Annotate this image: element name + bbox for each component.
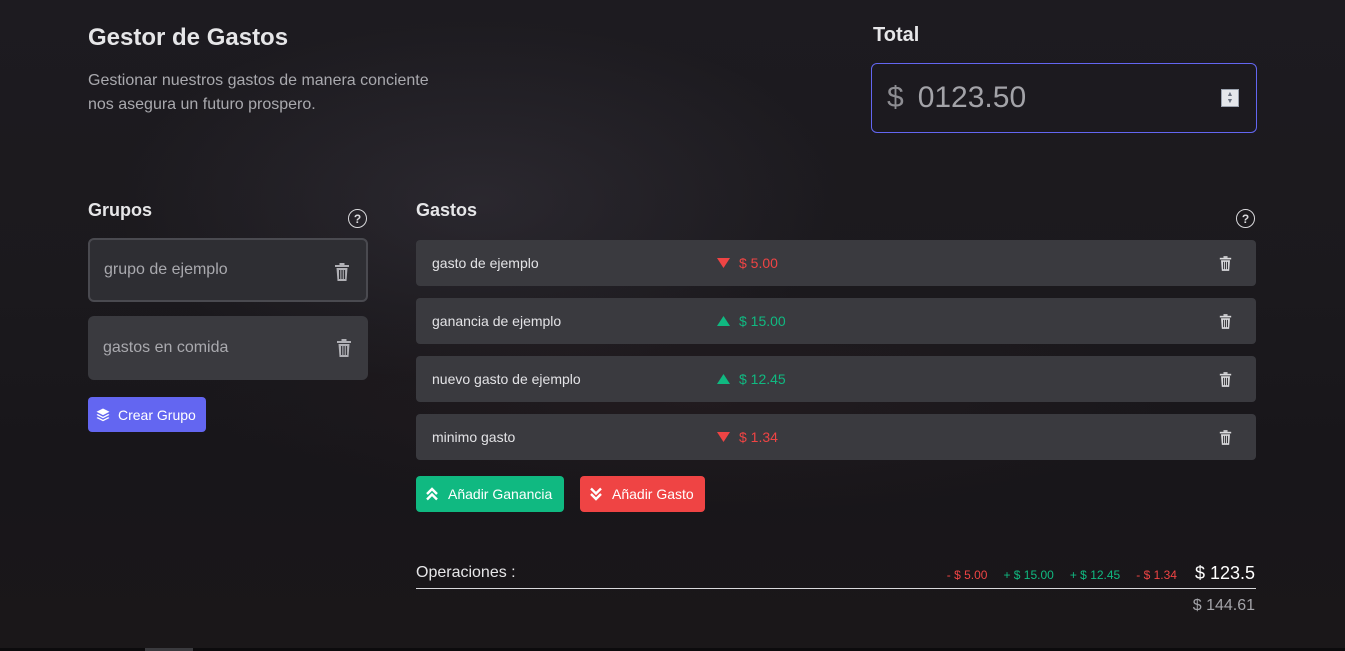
- caret-up-icon: [717, 374, 730, 384]
- groups-title: Grupos: [88, 200, 153, 220]
- expenses-title: Gastos: [416, 200, 478, 220]
- group-item[interactable]: grupo de ejemplo: [88, 238, 368, 302]
- expense-row: nuevo gasto de ejemplo $ 12.45: [416, 356, 1256, 402]
- trash-icon[interactable]: [336, 339, 352, 357]
- operations-list: - $ 5.00 + $ 15.00 + $ 12.45 - $ 1.34 $ …: [931, 563, 1255, 584]
- expenses-help-icon[interactable]: ?: [1236, 209, 1255, 228]
- spinner-down-icon[interactable]: ▼: [1227, 98, 1234, 105]
- group-name: gastos en comida: [103, 339, 229, 356]
- group-name: grupo de ejemplo: [104, 261, 228, 278]
- operations-result: $ 123.5: [1194, 563, 1255, 583]
- operations-sum: $ 144.61: [1192, 597, 1255, 614]
- trash-icon[interactable]: [1219, 430, 1232, 445]
- total-value[interactable]: 0123.50: [918, 81, 1026, 115]
- page-title: Gestor de Gastos: [88, 24, 289, 51]
- spinner-up-icon[interactable]: ▲: [1227, 91, 1234, 98]
- expense-name: nuevo gasto de ejemplo: [432, 371, 581, 387]
- operation-item: + $ 12.45: [1069, 568, 1121, 582]
- operation-item: + $ 15.00: [1003, 568, 1054, 582]
- add-income-button[interactable]: Añadir Ganancia: [416, 476, 564, 512]
- caret-down-icon: [717, 432, 730, 442]
- page-subtitle: Gestionar nuestros gastos de manera conc…: [88, 72, 429, 113]
- expense-name: minimo gasto: [432, 429, 516, 445]
- expense-amount: $ 15.00: [739, 313, 786, 329]
- create-group-button[interactable]: Crear Grupo: [88, 397, 206, 432]
- total-label: Total: [873, 24, 920, 46]
- chevrons-down-icon: [590, 487, 602, 501]
- add-expense-button[interactable]: Añadir Gasto: [580, 476, 705, 512]
- chevrons-up-icon: [426, 487, 438, 501]
- trash-icon[interactable]: [1219, 256, 1232, 271]
- caret-down-icon: [717, 258, 730, 268]
- create-group-label: Crear Grupo: [118, 406, 196, 423]
- add-expense-label: Añadir Gasto: [612, 486, 694, 502]
- total-currency: $: [887, 81, 904, 114]
- operations-divider: [416, 588, 1256, 589]
- trash-icon[interactable]: [1219, 372, 1232, 387]
- expense-row: minimo gasto $ 1.34: [416, 414, 1256, 460]
- expense-row: ganancia de ejemplo $ 15.00: [416, 298, 1256, 344]
- trash-icon[interactable]: [334, 263, 350, 281]
- layers-icon: [96, 408, 110, 421]
- trash-icon[interactable]: [1219, 314, 1232, 329]
- expense-amount: $ 1.34: [739, 429, 778, 445]
- group-item[interactable]: gastos en comida: [88, 316, 368, 380]
- operations-label: Operaciones :: [416, 564, 516, 581]
- add-income-label: Añadir Ganancia: [448, 486, 553, 502]
- groups-help-icon[interactable]: ?: [348, 209, 367, 228]
- expense-name: ganancia de ejemplo: [432, 313, 562, 329]
- expense-row: gasto de ejemplo $ 5.00: [416, 240, 1256, 286]
- expense-amount: $ 12.45: [739, 371, 786, 387]
- expense-name: gasto de ejemplo: [432, 255, 539, 271]
- operation-item: - $ 1.34: [1136, 568, 1177, 582]
- caret-up-icon: [717, 316, 730, 326]
- total-input[interactable]: $ 0123.50 ▲ ▼: [871, 63, 1257, 133]
- operation-item: - $ 5.00: [946, 568, 988, 582]
- number-spinner[interactable]: ▲ ▼: [1221, 89, 1239, 107]
- expense-amount: $ 5.00: [739, 255, 778, 271]
